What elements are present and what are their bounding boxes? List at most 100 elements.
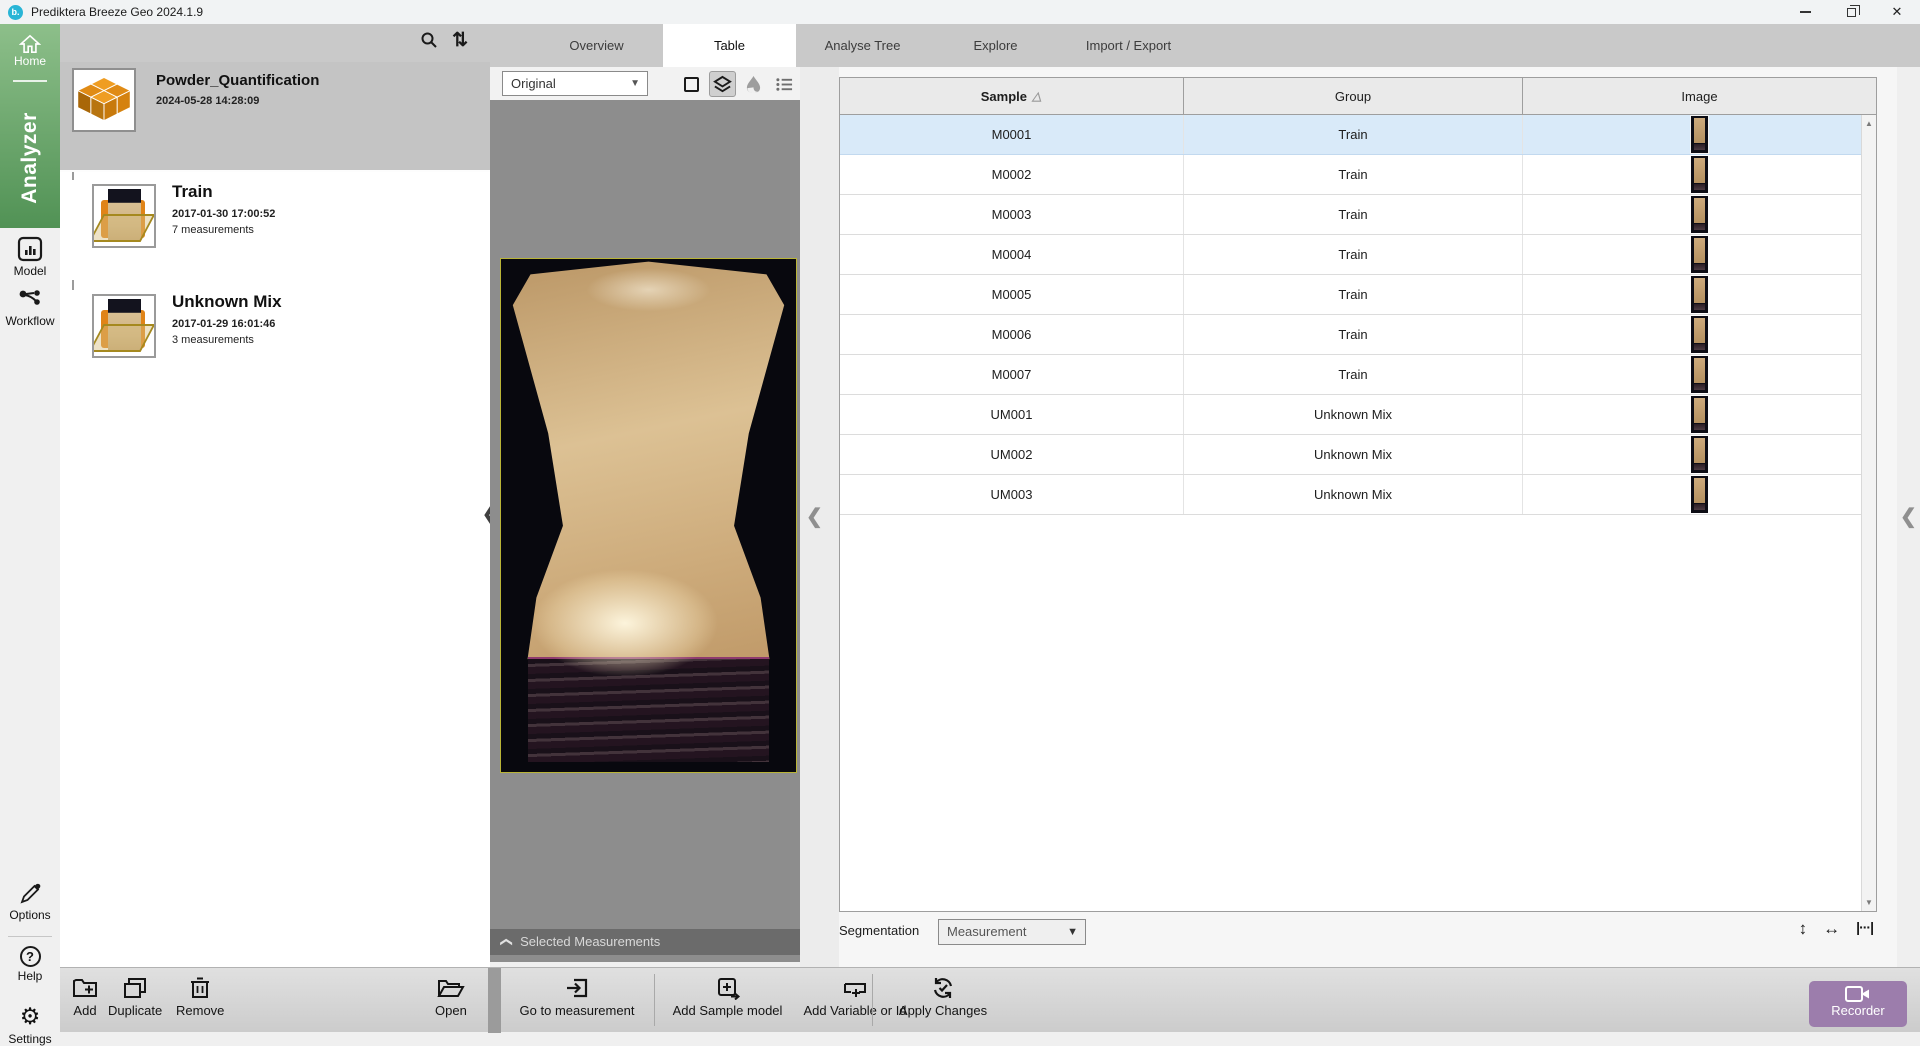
tab-overview[interactable]: Overview [530, 24, 663, 67]
gear-icon: ⚙ [0, 1004, 60, 1030]
table-row[interactable]: M0004Train [840, 235, 1876, 275]
model-icon [17, 236, 43, 262]
column-spacing-icon[interactable]: |···| [1856, 919, 1873, 939]
toolbar-separator [872, 974, 873, 1026]
measurement-photo[interactable] [500, 258, 797, 773]
selected-measurements-bar[interactable]: ❮Selected Measurements [490, 929, 800, 955]
add-sample-model-button[interactable]: Add Sample model [665, 976, 790, 1018]
table-row[interactable]: M0005Train [840, 275, 1876, 315]
table-row[interactable]: M0006Train [840, 315, 1876, 355]
project-date: 2024-05-28 14:28:09 [156, 95, 259, 107]
sidebar-item-settings[interactable]: ⚙ Settings [0, 1004, 60, 1046]
collapse-panel-chevron-mid[interactable]: ❮ [806, 504, 823, 529]
table-row[interactable]: M0001Train [840, 115, 1876, 155]
sort-ascending-icon: △ [1032, 89, 1044, 103]
sidebar-item-analyzer[interactable]: Analyzer [0, 88, 60, 228]
layer-select-dropdown[interactable]: Original ▼ [502, 71, 648, 96]
restore-button[interactable] [1828, 0, 1874, 24]
table-row[interactable]: M0002Train [840, 155, 1876, 195]
cell-image [1523, 155, 1876, 194]
column-header-sample[interactable]: Sample △ [840, 78, 1184, 114]
table-scrollbar[interactable]: ▲ ▼ [1861, 115, 1876, 911]
cell-sample: M0001 [840, 115, 1184, 154]
measurement-group-title: Unknown Mix [172, 292, 282, 312]
table-row[interactable]: M0003Train [840, 195, 1876, 235]
recorder-button[interactable]: Recorder [1809, 981, 1907, 1027]
sidebar-item-home[interactable]: Home [0, 34, 60, 68]
bag-highlight [501, 259, 796, 772]
table-row[interactable]: UM001Unknown Mix [840, 395, 1876, 435]
border-view-button[interactable] [678, 71, 705, 97]
cell-sample: M0006 [840, 315, 1184, 354]
sort-icon[interactable]: ⇅ [452, 29, 468, 52]
layers-view-button[interactable] [709, 71, 736, 97]
tab-analyse-tree[interactable]: Analyse Tree [796, 24, 929, 67]
segmentation-dropdown[interactable]: Measurement ▼ [938, 919, 1086, 945]
cell-sample: M0007 [840, 355, 1184, 394]
open-button[interactable]: Open [435, 976, 467, 1018]
column-header-image[interactable]: Image [1523, 78, 1876, 114]
go-to-measurement-label: Go to measurement [512, 1003, 642, 1018]
cell-image [1523, 395, 1876, 434]
sample-thumbnail [1691, 156, 1708, 193]
sidebar-item-model[interactable]: Model [0, 236, 60, 278]
measurement-group-item[interactable]: Unknown Mix2017-01-29 16:01:463 measurem… [60, 290, 490, 390]
cell-sample: M0002 [840, 155, 1184, 194]
app-logo-icon: b. [8, 5, 23, 20]
go-to-icon [564, 976, 590, 1000]
sample-thumbnail [1691, 396, 1708, 433]
cell-image [1523, 355, 1876, 394]
measurement-group-count: 3 measurements [172, 334, 254, 346]
options-label: Options [0, 908, 60, 922]
open-label: Open [435, 1003, 467, 1018]
droplet-view-button[interactable] [740, 71, 767, 97]
remove-button[interactable]: Remove [176, 976, 224, 1018]
go-to-measurement-button[interactable]: Go to measurement [512, 976, 642, 1018]
apply-changes-label: Apply Changes [888, 1003, 998, 1018]
title-bar: b. Prediktera Breeze Geo 2024.1.9 ✕ [0, 0, 1920, 24]
sidebar-divider [8, 936, 52, 937]
sidebar-item-help[interactable]: ? Help [0, 946, 60, 983]
project-item-selected[interactable]: Powder_Quantification 2024-05-28 14:28:0… [60, 62, 490, 172]
table-row[interactable]: UM002Unknown Mix [840, 435, 1876, 475]
duplicate-label: Duplicate [108, 1003, 162, 1018]
cell-image [1523, 315, 1876, 354]
sample-thumbnail [1691, 116, 1708, 153]
sidebar-item-workflow[interactable]: Workflow [0, 288, 60, 328]
home-icon [19, 34, 41, 54]
cell-group: Train [1184, 355, 1523, 394]
tab-import-export[interactable]: Import / Export [1062, 24, 1195, 67]
cell-group: Unknown Mix [1184, 395, 1523, 434]
selected-measurements-label: Selected Measurements [520, 934, 660, 949]
duplicate-icon [122, 976, 148, 1000]
column-header-group[interactable]: Group [1184, 78, 1523, 114]
scroll-down-icon[interactable]: ▼ [1862, 898, 1876, 907]
list-view-button[interactable] [771, 71, 798, 97]
sample-thumbnail [1691, 316, 1708, 353]
analyzer-section: Home Analyzer [0, 24, 60, 228]
measurement-group-item[interactable]: Train2017-01-30 17:00:527 measurements [60, 180, 490, 280]
minimize-button[interactable] [1782, 0, 1828, 24]
application-window: b. Prediktera Breeze Geo 2024.1.9 ✕ Home… [0, 0, 1920, 1032]
resize-vertical-icon[interactable]: ↕ [1799, 919, 1808, 939]
resize-horizontal-icon[interactable]: ↔ [1823, 919, 1840, 939]
project-panel: ⇅ Powder_Quantification 2024-05-28 14:28… [60, 24, 490, 967]
cell-group: Unknown Mix [1184, 475, 1523, 514]
cell-image [1523, 235, 1876, 274]
cell-sample: UM001 [840, 395, 1184, 434]
close-button[interactable]: ✕ [1874, 0, 1920, 24]
measurement-group-date: 2017-01-30 17:00:52 [172, 208, 275, 220]
tab-explore[interactable]: Explore [929, 24, 1062, 67]
collapse-panel-chevron-right[interactable]: ❮ [1900, 504, 1917, 529]
apply-changes-button[interactable]: Apply Changes [888, 976, 998, 1018]
table-row[interactable]: UM003Unknown Mix [840, 475, 1876, 515]
sidebar-item-options[interactable]: Options [0, 882, 60, 922]
tab-table[interactable]: Table [663, 24, 796, 67]
duplicate-button[interactable]: Duplicate [108, 976, 162, 1018]
cell-group: Train [1184, 115, 1523, 154]
search-icon[interactable] [420, 31, 438, 54]
add-button[interactable]: Add [72, 976, 98, 1018]
help-icon: ? [20, 946, 41, 967]
table-row[interactable]: M0007Train [840, 355, 1876, 395]
scroll-up-icon[interactable]: ▲ [1862, 119, 1876, 128]
